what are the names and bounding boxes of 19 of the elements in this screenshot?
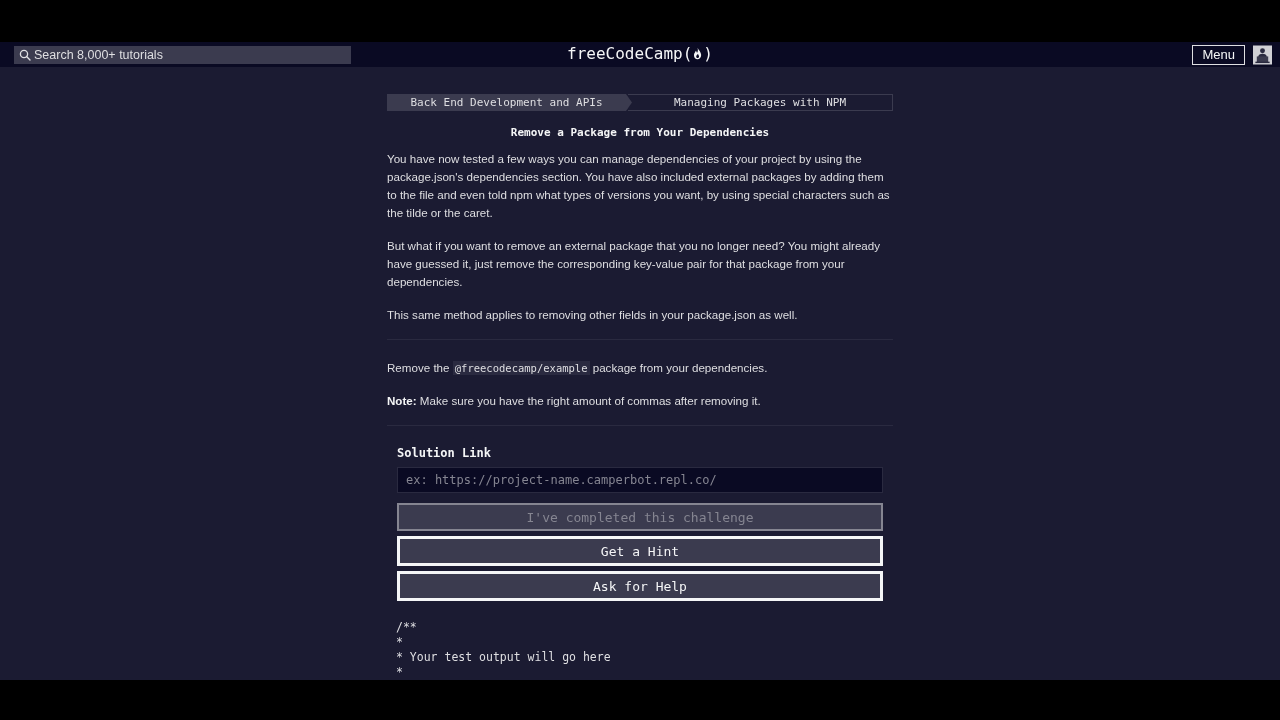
test-output: /** * * Your test output will go here * <box>396 620 612 680</box>
instruction-text: Note: Make sure you have the right amount of commas after removing it. <box>387 393 762 409</box>
challenge-button[interactable]: Get a Hint <box>397 536 883 566</box>
menu-button[interactable]: Menu <box>1192 44 1245 65</box>
challenge-button[interactable]: Ask for Help <box>397 571 883 601</box>
instruction-text: Remove the @freecodecamp/example package from your dependencies. <box>387 360 769 377</box>
description-paragraph: You have now tested a few ways you can manage dependencies of your project by using the package.json's dependencies section. You have also included external packages by adding them to the file and even told npm what types of versions you want, by using special characters such as the tilde or the caret. <box>387 151 891 221</box>
challenge-title: Remove a Package from Your Dependencies <box>509 126 771 139</box>
solution-link-label: Solution Link <box>397 446 492 460</box>
search-field[interactable]: Search 8,000+ tutorials <box>14 45 351 64</box>
search-icon <box>19 48 31 61</box>
description-paragraph: This same method applies to removing other fields in your package.json as well. <box>387 307 799 323</box>
solution-link-input[interactable]: ex: https://project-name.camperbot.repl.co/ <box>397 467 883 493</box>
user-avatar-icon[interactable] <box>1253 44 1272 65</box>
flame-icon <box>693 47 703 60</box>
breadcrumb-link[interactable]: Back End Development and APIs <box>387 94 632 111</box>
logo-link[interactable]: freeCodeCamp( ) <box>567 44 713 63</box>
breadcrumb-link[interactable]: Managing Packages with NPM <box>628 94 893 111</box>
description-paragraph: But what if you want to remove an external package that you no longer need? You might already have guessed it, just remove the corresponding key-value pair for that package from your dependencies. <box>387 238 882 290</box>
